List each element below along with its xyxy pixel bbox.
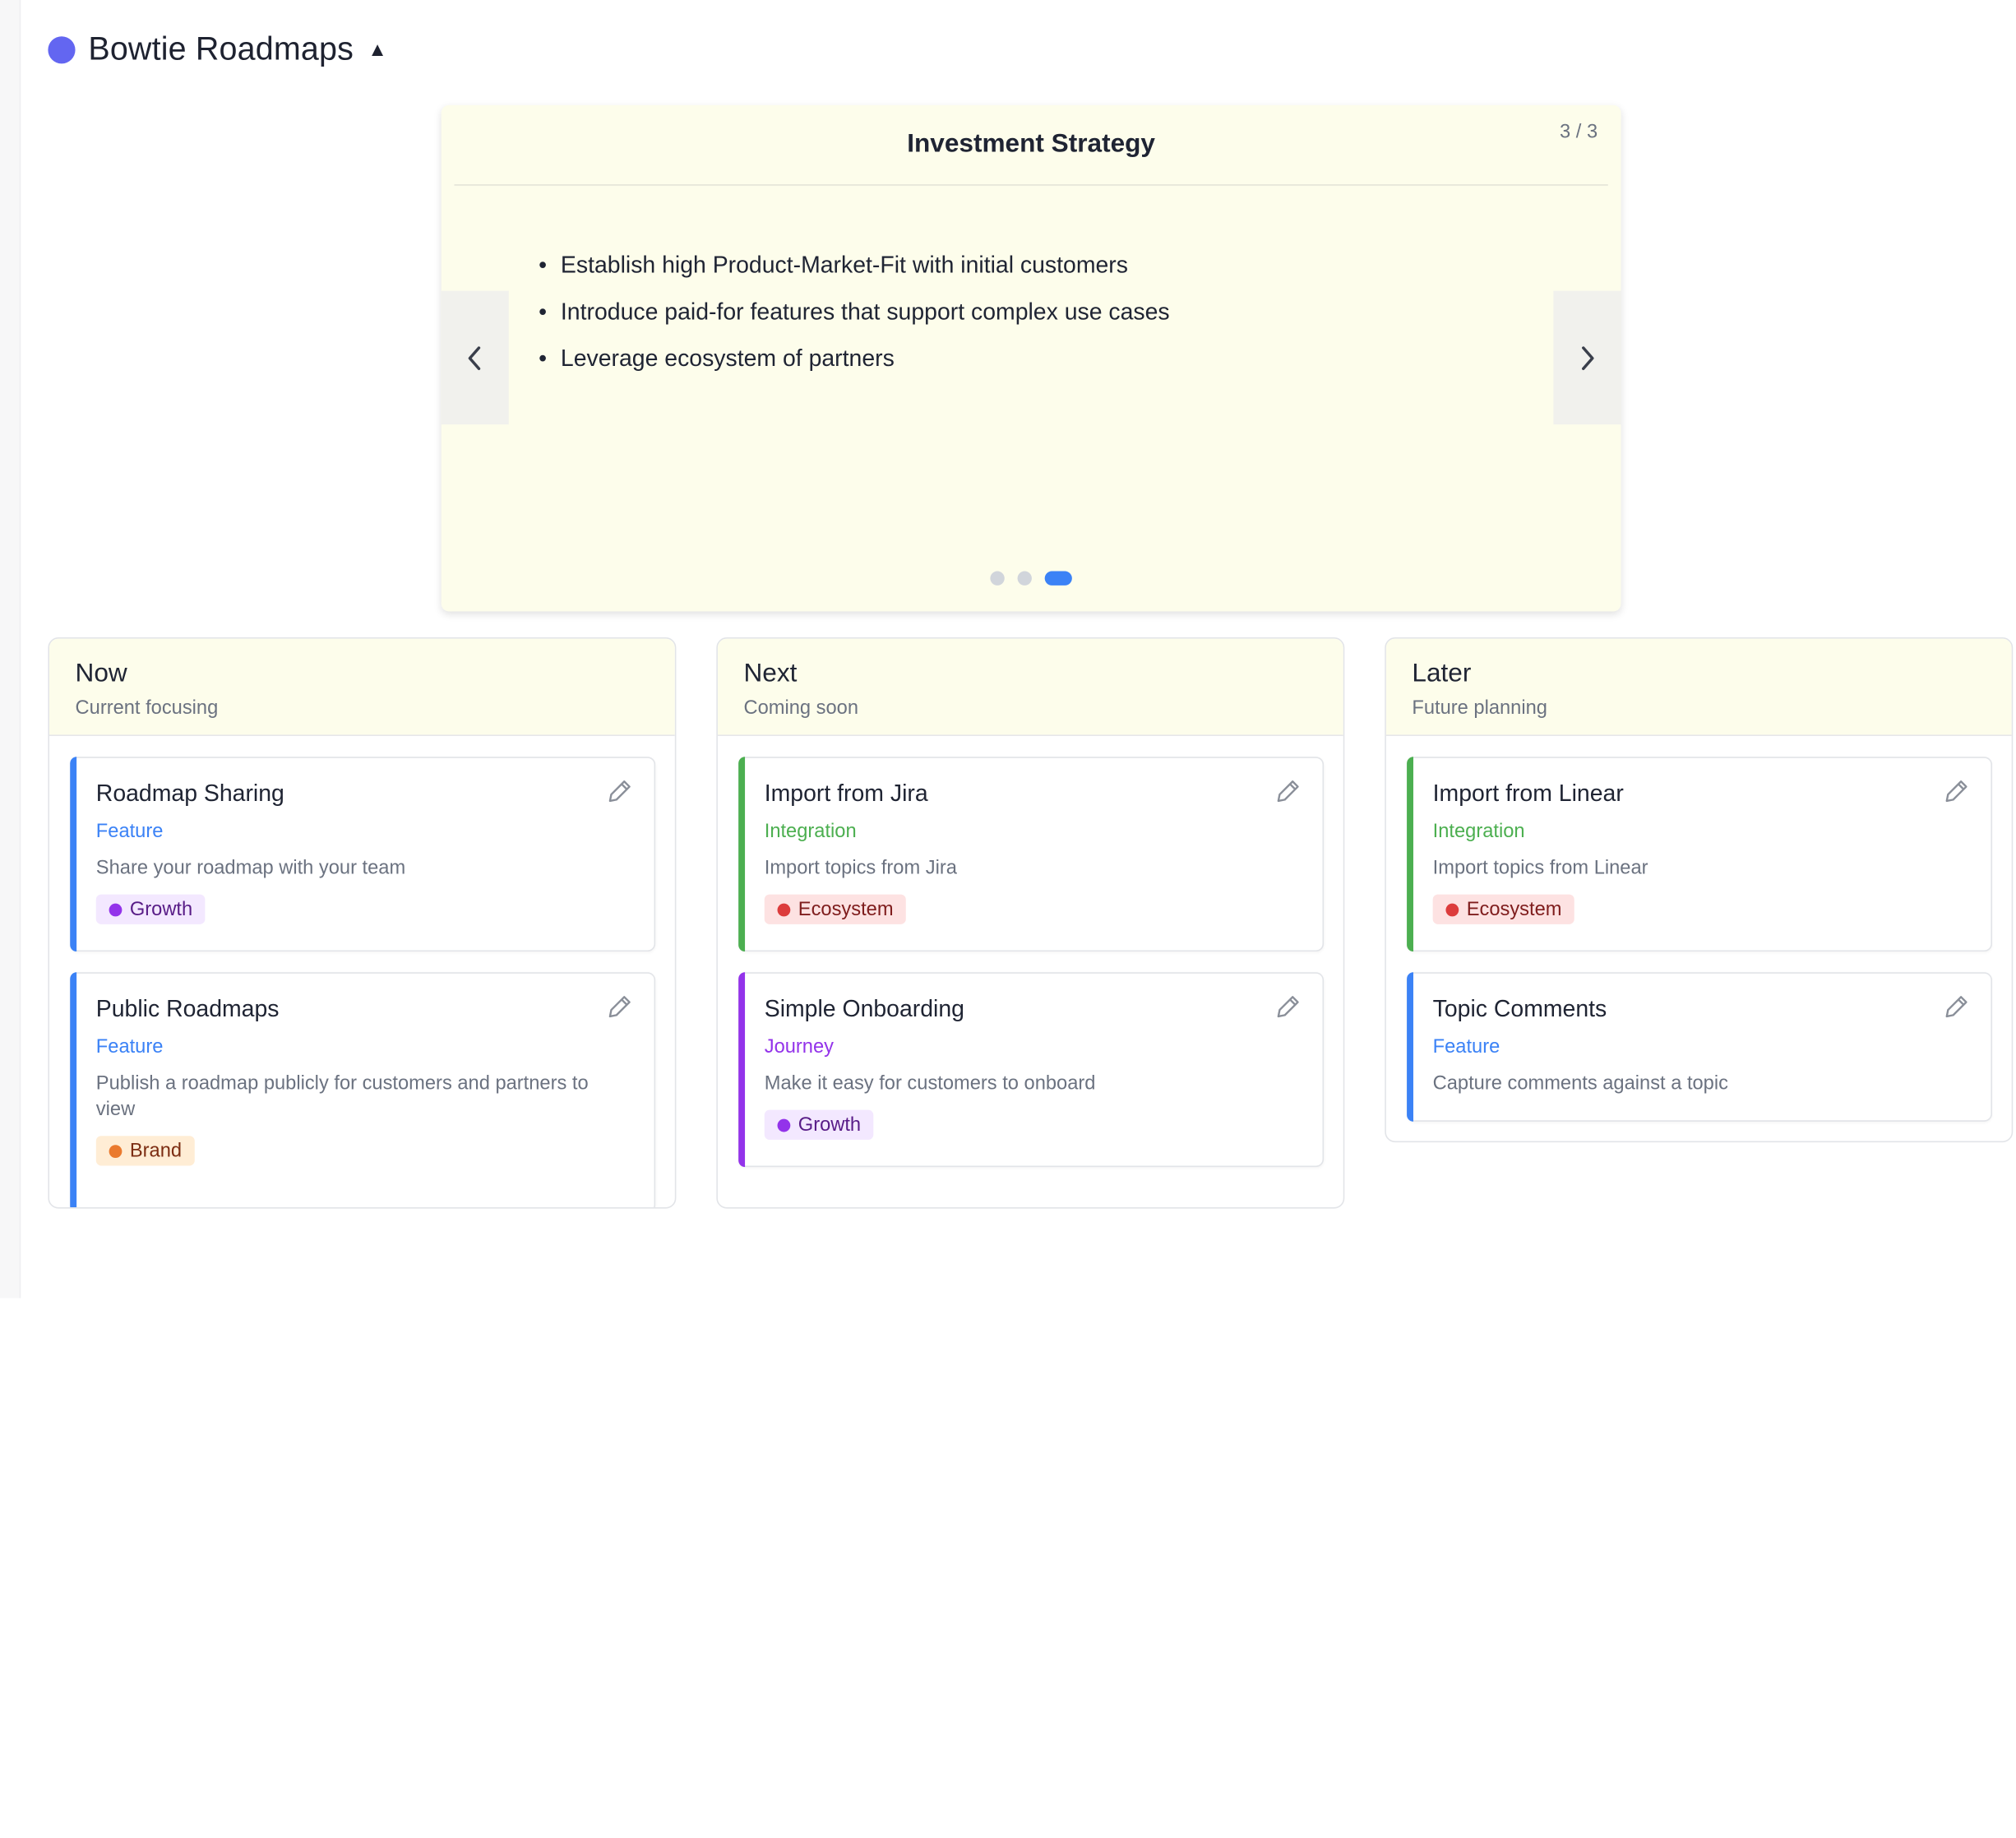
topic-card[interactable]: Simple Onboarding Journey Make it easy f… (738, 972, 1325, 1168)
workspace-logo-icon (48, 35, 76, 63)
card-type: Feature (1432, 1035, 1500, 1058)
slide-dot-3-active[interactable] (1044, 571, 1072, 586)
card-description: Publish a roadmap publicly for customers… (95, 1072, 589, 1121)
left-sidebar-edge (0, 0, 21, 1299)
column-next: Next Coming soon Import from Jira Integr… (716, 637, 1345, 1209)
edit-pencil-icon[interactable] (605, 993, 634, 1022)
bullet-item: Introduce paid-for features that support… (539, 288, 1170, 335)
card-description: Make it easy for customers to onboard (764, 1072, 1096, 1095)
previous-slide-button[interactable] (441, 290, 509, 425)
edit-pencil-icon[interactable] (605, 778, 634, 807)
card-description: Share your roadmap with your team (95, 856, 406, 879)
topic-card[interactable]: Topic Comments Feature Capture comments … (1407, 972, 1992, 1122)
column-subtitle: Current focusing (75, 697, 219, 720)
tag-label: Ecosystem (1466, 898, 1562, 921)
tag-dot-icon (777, 1118, 791, 1132)
tag-badge: Growth (764, 1109, 874, 1140)
card-type: Feature (95, 820, 164, 843)
tag-label: Ecosystem (798, 898, 894, 921)
topic-card[interactable]: Roadmap Sharing Feature Share your roadm… (70, 757, 656, 952)
column-header: Next Coming soon (717, 638, 1343, 737)
slide-indicator (442, 571, 1621, 586)
tag-badge: Ecosystem (764, 894, 907, 924)
card-title: Roadmap Sharing (95, 780, 284, 807)
tag-badge: Ecosystem (1432, 894, 1575, 924)
edit-pencil-icon[interactable] (1941, 778, 1970, 807)
tag-label: Growth (798, 1113, 862, 1137)
chevron-left-icon (468, 345, 481, 370)
divider (454, 184, 1608, 186)
card-title: Import from Linear (1432, 780, 1624, 807)
column-header: Later Future planning (1385, 638, 2012, 737)
carousel-title: Investment Strategy (907, 129, 1155, 159)
bullet-item: Establish high Product-Market-Fit with i… (539, 242, 1170, 289)
tag-dot-icon (109, 902, 123, 916)
column-title: Next (743, 659, 798, 688)
topic-card[interactable]: Import from Linear Integration Import to… (1407, 757, 1992, 952)
card-type: Journey (764, 1035, 834, 1058)
chevron-right-icon (1582, 345, 1594, 370)
column-title: Later (1412, 659, 1472, 688)
caret-up-icon[interactable]: ▲ (368, 39, 386, 61)
card-title: Public Roadmaps (95, 995, 280, 1022)
column-now: Now Current focusing Roadmap Sharing Fea… (48, 637, 677, 1209)
edit-pencil-icon[interactable] (1274, 778, 1302, 807)
tag-badge: Brand (95, 1136, 195, 1166)
column-subtitle: Future planning (1412, 697, 1547, 720)
workspace-header[interactable]: Bowtie Roadmaps ▲ (48, 29, 387, 71)
tag-label: Growth (129, 898, 193, 921)
card-title: Simple Onboarding (764, 995, 964, 1022)
card-title: Topic Comments (1432, 995, 1607, 1022)
slide-counter: 3 / 3 (1560, 120, 1598, 143)
bullet-item: Leverage ecosystem of partners (539, 335, 1170, 382)
card-description: Capture comments against a topic (1432, 1072, 1728, 1095)
tag-dot-icon (777, 902, 791, 916)
strategy-bullet-list: Establish high Product-Market-Fit with i… (539, 242, 1170, 382)
tag-dot-icon (109, 1144, 123, 1158)
card-type: Integration (1432, 820, 1525, 843)
topic-card[interactable]: Public Roadmaps Feature Publish a roadma… (70, 972, 656, 1208)
next-slide-button[interactable] (1553, 290, 1621, 425)
column-title: Now (75, 659, 127, 688)
topic-card[interactable]: Import from Jira Integration Import topi… (738, 757, 1325, 952)
card-type: Feature (95, 1035, 164, 1058)
strategy-carousel: Investment Strategy 3 / 3 Establish high… (441, 104, 1621, 612)
workspace-title[interactable]: Bowtie Roadmaps (88, 30, 354, 68)
card-description: Import topics from Jira (764, 856, 957, 879)
column-later: Later Future planning Import from Linear… (1385, 637, 2014, 1143)
slide-dot-1[interactable] (990, 571, 1005, 586)
card-description: Import topics from Linear (1432, 856, 1648, 879)
roadmap-page: Bowtie Roadmaps ▲ Investment Strategy 3 … (0, 0, 2016, 1838)
card-type: Integration (764, 820, 857, 843)
tag-dot-icon (1445, 902, 1459, 916)
slide-dot-2[interactable] (1017, 571, 1032, 586)
tag-label: Brand (129, 1139, 183, 1162)
column-header: Now Current focusing (49, 638, 675, 737)
edit-pencil-icon[interactable] (1274, 993, 1302, 1022)
card-title: Import from Jira (764, 780, 928, 807)
column-subtitle: Coming soon (743, 697, 859, 720)
edit-pencil-icon[interactable] (1941, 993, 1970, 1022)
tag-badge: Growth (95, 894, 206, 924)
